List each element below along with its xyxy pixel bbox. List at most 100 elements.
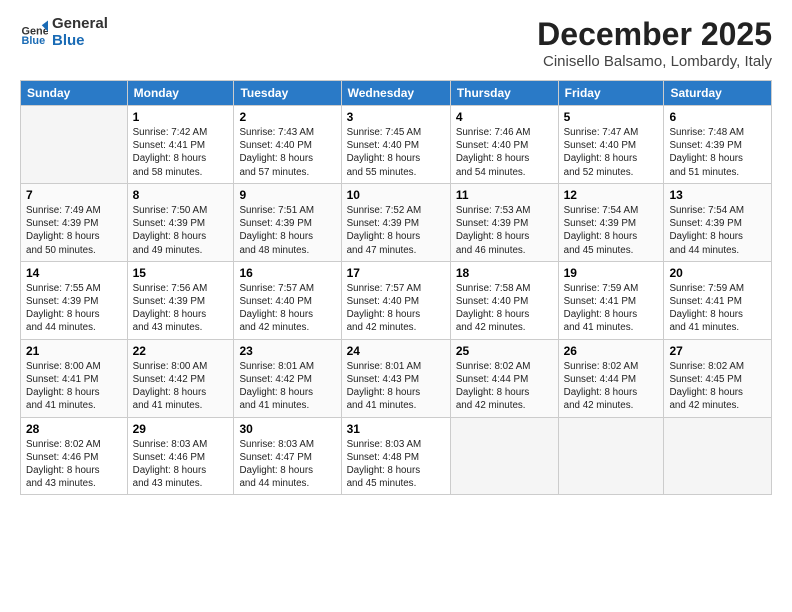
calendar-week-3: 14Sunrise: 7:55 AM Sunset: 4:39 PM Dayli… bbox=[21, 261, 772, 339]
weekday-header-wednesday: Wednesday bbox=[341, 81, 450, 106]
calendar-cell: 8 Sunrise: 7:50 AM Sunset: 4:39 PM Daylig… bbox=[127, 183, 234, 261]
cell-info: Sunrise: 8:02 AM Sunset: 4:44 PM Dayligh… bbox=[564, 360, 659, 413]
day-number: 15 bbox=[133, 266, 229, 280]
day-number: 20 bbox=[669, 266, 766, 280]
calendar-cell: 23Sunrise: 8:01 AM Sunset: 4:42 PM Dayli… bbox=[234, 339, 341, 417]
day-number: 6 bbox=[669, 110, 766, 124]
cell-info: Sunrise: 7:54 AM Sunset: 4:39 PM Dayligh… bbox=[669, 204, 766, 257]
day-number: 3 bbox=[347, 110, 445, 124]
title-block: December 2025 Cinisello Balsamo, Lombard… bbox=[537, 16, 772, 70]
cell-info: Sunrise: 8:03 AM Sunset: 4:47 PM Dayligh… bbox=[239, 438, 335, 491]
calendar-cell: 9 Sunrise: 7:51 AM Sunset: 4:39 PM Daylig… bbox=[234, 183, 341, 261]
logo-general: General bbox=[52, 16, 108, 33]
cell-info: Sunrise: 8:02 AM Sunset: 4:44 PM Dayligh… bbox=[456, 360, 553, 413]
weekday-header-tuesday: Tuesday bbox=[234, 81, 341, 106]
header: General Blue General Blue December 2025 … bbox=[20, 16, 772, 70]
weekday-header-sunday: Sunday bbox=[21, 81, 128, 106]
calendar-cell: 31 Sunrise: 8:03 AM Sunset: 4:48 PM Dayli… bbox=[341, 417, 450, 495]
cell-info: Sunrise: 7:58 AM Sunset: 4:40 PM Dayligh… bbox=[456, 282, 553, 335]
calendar-cell: 21 Sunrise: 8:00 AM Sunset: 4:41 PM Dayli… bbox=[21, 339, 128, 417]
day-number: 27 bbox=[669, 344, 766, 358]
cell-info: Sunrise: 7:51 AM Sunset: 4:39 PM Dayligh… bbox=[239, 204, 335, 257]
day-number: 1 bbox=[133, 110, 229, 124]
calendar-cell: 11Sunrise: 7:53 AM Sunset: 4:39 PM Dayli… bbox=[450, 183, 558, 261]
cell-info: Sunrise: 7:54 AM Sunset: 4:39 PM Dayligh… bbox=[564, 204, 659, 257]
weekday-header-monday: Monday bbox=[127, 81, 234, 106]
cell-info: Sunrise: 7:56 AM Sunset: 4:39 PM Dayligh… bbox=[133, 282, 229, 335]
day-number: 11 bbox=[456, 188, 553, 202]
cell-info: Sunrise: 7:46 AM Sunset: 4:40 PM Dayligh… bbox=[456, 126, 553, 179]
calendar-cell: 7Sunrise: 7:49 AM Sunset: 4:39 PM Daylig… bbox=[21, 183, 128, 261]
calendar-cell: 22 Sunrise: 8:00 AM Sunset: 4:42 PM Dayli… bbox=[127, 339, 234, 417]
calendar-cell: 19 Sunrise: 7:59 AM Sunset: 4:41 PM Dayli… bbox=[558, 261, 664, 339]
svg-text:Blue: Blue bbox=[22, 34, 46, 46]
cell-info: Sunrise: 8:03 AM Sunset: 4:46 PM Dayligh… bbox=[133, 438, 229, 491]
calendar-table: SundayMondayTuesdayWednesdayThursdayFrid… bbox=[20, 80, 772, 495]
cell-info: Sunrise: 8:00 AM Sunset: 4:42 PM Dayligh… bbox=[133, 360, 229, 413]
calendar-cell: 15 Sunrise: 7:56 AM Sunset: 4:39 PM Dayli… bbox=[127, 261, 234, 339]
cell-info: Sunrise: 7:47 AM Sunset: 4:40 PM Dayligh… bbox=[564, 126, 659, 179]
calendar-cell: 28 Sunrise: 8:02 AM Sunset: 4:46 PM Dayli… bbox=[21, 417, 128, 495]
day-number: 30 bbox=[239, 422, 335, 436]
calendar-cell: 13Sunrise: 7:54 AM Sunset: 4:39 PM Dayli… bbox=[664, 183, 772, 261]
logo: General Blue General Blue bbox=[20, 16, 108, 49]
calendar-cell: 29 Sunrise: 8:03 AM Sunset: 4:46 PM Dayli… bbox=[127, 417, 234, 495]
day-number: 24 bbox=[347, 344, 445, 358]
day-number: 9 bbox=[239, 188, 335, 202]
logo-blue: Blue bbox=[52, 33, 108, 50]
calendar-cell bbox=[664, 417, 772, 495]
weekday-header-saturday: Saturday bbox=[664, 81, 772, 106]
calendar-cell: 18 Sunrise: 7:58 AM Sunset: 4:40 PM Dayli… bbox=[450, 261, 558, 339]
day-number: 10 bbox=[347, 188, 445, 202]
calendar-cell: 12Sunrise: 7:54 AM Sunset: 4:39 PM Dayli… bbox=[558, 183, 664, 261]
cell-info: Sunrise: 8:01 AM Sunset: 4:43 PM Dayligh… bbox=[347, 360, 445, 413]
logo-icon: General Blue bbox=[20, 19, 48, 47]
calendar-cell: 10 Sunrise: 7:52 AM Sunset: 4:39 PM Dayli… bbox=[341, 183, 450, 261]
calendar-cell bbox=[21, 106, 128, 184]
cell-info: Sunrise: 7:42 AM Sunset: 4:41 PM Dayligh… bbox=[133, 126, 229, 179]
day-number: 21 bbox=[26, 344, 122, 358]
cell-info: Sunrise: 8:02 AM Sunset: 4:46 PM Dayligh… bbox=[26, 438, 122, 491]
day-number: 8 bbox=[133, 188, 229, 202]
cell-info: Sunrise: 8:00 AM Sunset: 4:41 PM Dayligh… bbox=[26, 360, 122, 413]
calendar-cell: 5 Sunrise: 7:47 AM Sunset: 4:40 PM Daylig… bbox=[558, 106, 664, 184]
cell-info: Sunrise: 7:43 AM Sunset: 4:40 PM Dayligh… bbox=[239, 126, 335, 179]
day-number: 28 bbox=[26, 422, 122, 436]
calendar-cell: 30 Sunrise: 8:03 AM Sunset: 4:47 PM Dayli… bbox=[234, 417, 341, 495]
day-number: 29 bbox=[133, 422, 229, 436]
calendar-cell bbox=[450, 417, 558, 495]
location-title: Cinisello Balsamo, Lombardy, Italy bbox=[537, 53, 772, 70]
day-number: 23 bbox=[239, 344, 335, 358]
calendar-cell: 14Sunrise: 7:55 AM Sunset: 4:39 PM Dayli… bbox=[21, 261, 128, 339]
calendar-week-1: 1 Sunrise: 7:42 AM Sunset: 4:41 PM Daylig… bbox=[21, 106, 772, 184]
calendar-cell: 4 Sunrise: 7:46 AM Sunset: 4:40 PM Daylig… bbox=[450, 106, 558, 184]
calendar-cell: 1 Sunrise: 7:42 AM Sunset: 4:41 PM Daylig… bbox=[127, 106, 234, 184]
calendar-week-4: 21 Sunrise: 8:00 AM Sunset: 4:41 PM Dayli… bbox=[21, 339, 772, 417]
calendar-week-2: 7Sunrise: 7:49 AM Sunset: 4:39 PM Daylig… bbox=[21, 183, 772, 261]
day-number: 31 bbox=[347, 422, 445, 436]
cell-info: Sunrise: 7:45 AM Sunset: 4:40 PM Dayligh… bbox=[347, 126, 445, 179]
calendar-cell: 27 Sunrise: 8:02 AM Sunset: 4:45 PM Dayli… bbox=[664, 339, 772, 417]
cell-info: Sunrise: 7:59 AM Sunset: 4:41 PM Dayligh… bbox=[669, 282, 766, 335]
day-number: 14 bbox=[26, 266, 122, 280]
day-number: 19 bbox=[564, 266, 659, 280]
cell-info: Sunrise: 7:57 AM Sunset: 4:40 PM Dayligh… bbox=[239, 282, 335, 335]
page: General Blue General Blue December 2025 … bbox=[0, 0, 792, 612]
cell-info: Sunrise: 7:59 AM Sunset: 4:41 PM Dayligh… bbox=[564, 282, 659, 335]
cell-info: Sunrise: 7:57 AM Sunset: 4:40 PM Dayligh… bbox=[347, 282, 445, 335]
calendar-cell: 26Sunrise: 8:02 AM Sunset: 4:44 PM Dayli… bbox=[558, 339, 664, 417]
calendar-cell: 24 Sunrise: 8:01 AM Sunset: 4:43 PM Dayli… bbox=[341, 339, 450, 417]
calendar-cell: 16Sunrise: 7:57 AM Sunset: 4:40 PM Dayli… bbox=[234, 261, 341, 339]
cell-info: Sunrise: 8:02 AM Sunset: 4:45 PM Dayligh… bbox=[669, 360, 766, 413]
day-number: 25 bbox=[456, 344, 553, 358]
calendar-cell: 6 Sunrise: 7:48 AM Sunset: 4:39 PM Daylig… bbox=[664, 106, 772, 184]
day-number: 22 bbox=[133, 344, 229, 358]
day-number: 4 bbox=[456, 110, 553, 124]
cell-info: Sunrise: 7:50 AM Sunset: 4:39 PM Dayligh… bbox=[133, 204, 229, 257]
day-number: 18 bbox=[456, 266, 553, 280]
cell-info: Sunrise: 7:48 AM Sunset: 4:39 PM Dayligh… bbox=[669, 126, 766, 179]
weekday-header-thursday: Thursday bbox=[450, 81, 558, 106]
cell-info: Sunrise: 8:03 AM Sunset: 4:48 PM Dayligh… bbox=[347, 438, 445, 491]
day-number: 5 bbox=[564, 110, 659, 124]
cell-info: Sunrise: 7:52 AM Sunset: 4:39 PM Dayligh… bbox=[347, 204, 445, 257]
